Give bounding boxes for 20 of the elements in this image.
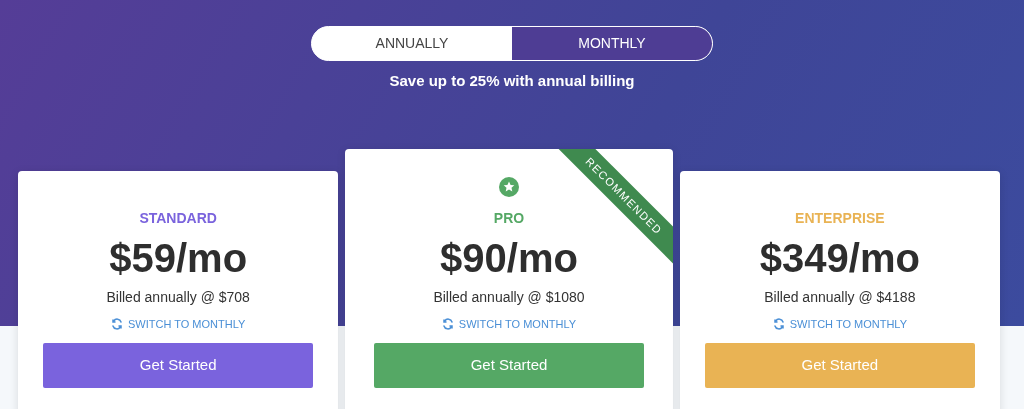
switch-link[interactable]: SWITCH TO MONTHLY [441,315,577,332]
switch-link[interactable]: SWITCH TO MONTHLY [111,315,246,332]
savings-note: Save up to 25% with annual billing [389,71,635,91]
get-started-button[interactable]: Get Started [43,343,314,388]
plan-name: STANDARD [139,208,217,228]
refresh-icon [441,317,454,330]
get-started-button[interactable]: Get Started [704,343,975,388]
billing-info: Billed annually @ $708 [106,287,250,307]
billing-info: Billed annually @ $4188 [764,287,916,307]
refresh-icon [772,317,785,330]
get-started-button[interactable]: Get Started [374,343,644,388]
refresh-icon [111,317,123,330]
plan-price: $349/mo [759,234,920,281]
plan-name: PRO [493,208,525,228]
plan-price: $90/mo [440,234,578,281]
switch-link[interactable]: SWITCH TO MONTHLY [772,315,907,332]
plan-name: ENTERPRISE [795,208,885,228]
billing-info: Billed annually @ $1080 [433,287,585,307]
billing-tab[interactable]: MONTHLY [512,27,712,60]
plan-price: $59/mo [109,234,248,281]
